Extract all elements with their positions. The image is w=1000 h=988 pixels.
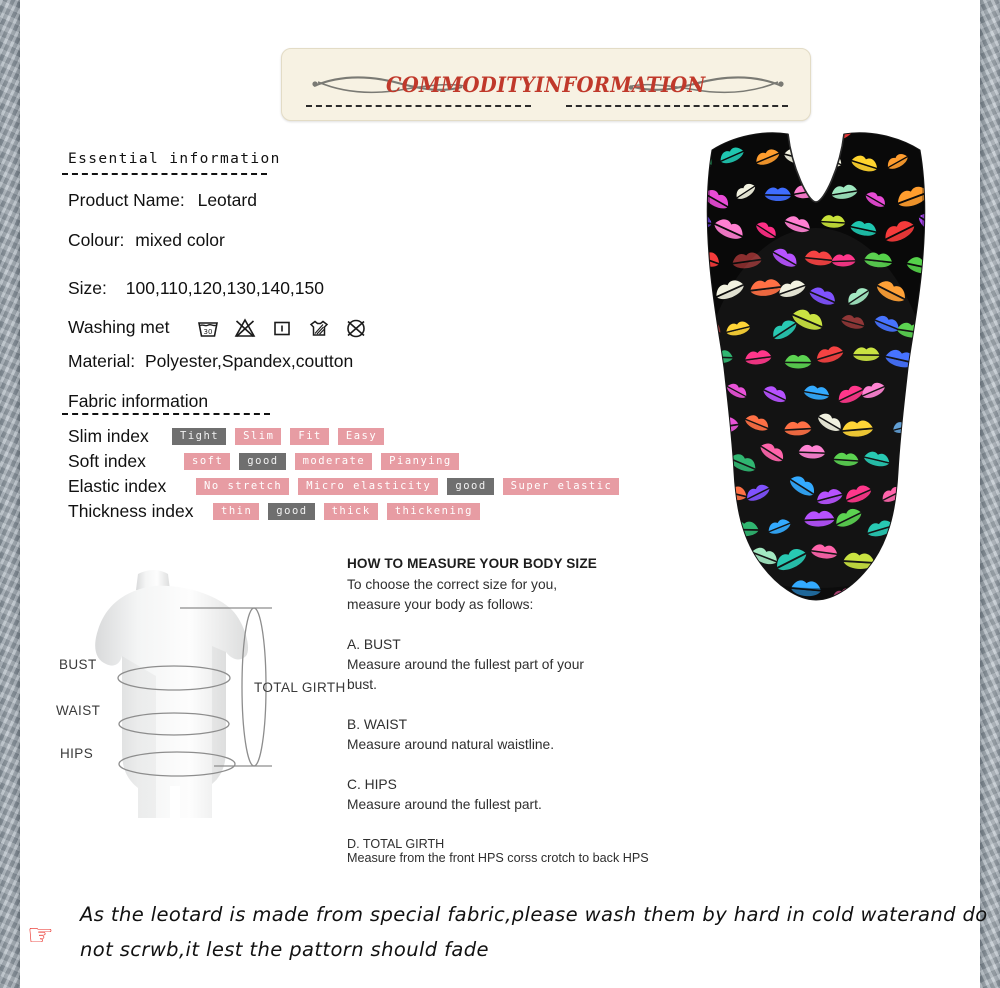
fabric-tag[interactable]: good [239, 453, 286, 470]
banner-dash-right [566, 105, 788, 107]
fabric-tag[interactable]: Pianying [381, 453, 459, 470]
banner-title: COMMODITYINFORMATION [386, 72, 706, 97]
washing-method-label: Washing met [68, 317, 170, 337]
colour-value: mixed color [135, 230, 225, 250]
colour-key: Colour: [68, 230, 125, 250]
pointing-hand-icon: ☞ [27, 919, 54, 952]
measure-d-head: D. TOTAL GIRTH [347, 837, 445, 851]
measure-b-line1: Measure around natural waistline. [347, 737, 555, 752]
dry-flat-icon [309, 320, 329, 336]
slim-index-tags[interactable]: Tight Slim Fit Easy [172, 428, 385, 445]
material-key: Material: [68, 351, 136, 371]
measure-intro-1: To choose the correct size for you, [347, 577, 558, 592]
leotard-illustration [706, 132, 926, 601]
thickness-index-tags[interactable]: thin good thick thickening [213, 503, 480, 520]
measure-c-head: C. HIPS [347, 777, 397, 792]
fabric-tag[interactable]: thin [213, 503, 260, 520]
fabric-tag[interactable]: Tight [172, 428, 227, 445]
size-value: 100,110,120,130,140,150 [125, 278, 324, 298]
care-note-line-1: As the leotard is made from special fabr… [80, 903, 988, 926]
fabric-tag[interactable]: No stretch [196, 478, 290, 495]
waist-label: WAIST [56, 703, 101, 718]
care-note-line-2: not scrwb,it lest the pattorn should fad… [80, 938, 489, 961]
measure-b-head: B. WAIST [347, 717, 408, 732]
fabric-tag[interactable]: good [268, 503, 315, 520]
page-right-border [980, 0, 1000, 988]
slim-index-label: Slim index [68, 426, 149, 446]
page-left-border [0, 0, 20, 988]
fabric-tag[interactable]: Micro elasticity [298, 478, 439, 495]
measure-intro-2: measure your body as follows: [347, 597, 534, 612]
measure-title: HOW TO MEASURE YOUR BODY SIZE [347, 556, 597, 571]
measure-a-line2: bust. [347, 677, 377, 692]
banner-dash-left [306, 105, 531, 107]
essential-information-rule [62, 173, 267, 175]
elastic-index-label: Elastic index [68, 476, 167, 496]
colour-label: Colour: mixed color [68, 230, 225, 251]
iron-low-icon [274, 321, 290, 336]
total-girth-label: TOTAL GIRTH [254, 680, 346, 695]
do-not-tumble-dry-icon [347, 319, 365, 338]
elastic-index-tags[interactable]: No stretch Micro elasticity good Super elas… [196, 478, 620, 495]
care-symbols: 30 [196, 316, 368, 340]
body-measure-diagram: BUST WAIST HIPS TOTAL GIRTH [56, 556, 352, 818]
wash-30-icon: 30 [198, 322, 218, 337]
product-name-key: Product Name: [68, 190, 185, 210]
fabric-tag[interactable]: Fit [290, 428, 329, 445]
bust-label: BUST [59, 657, 97, 672]
material-value: Polyester,Spandex,coutton [144, 351, 354, 371]
commodity-information-banner: COMMODITYINFORMATION [281, 48, 811, 121]
do-not-bleach-icon [234, 318, 256, 338]
soft-index-tags[interactable]: soft good moderate Pianying [184, 453, 459, 470]
fabric-tag[interactable]: good [447, 478, 494, 495]
product-name-value: Leotard [197, 190, 257, 210]
size-key: Size: [68, 278, 107, 298]
fabric-tag[interactable]: Slim [235, 428, 282, 445]
measure-c-line1: Measure around the fullest part. [347, 797, 542, 812]
fabric-tag[interactable]: Easy [337, 428, 385, 445]
product-name-label: Product Name: Leotard [68, 190, 257, 211]
thickness-index-label: Thickness index [68, 501, 194, 521]
fabric-tag[interactable]: thick [323, 503, 378, 520]
fabric-information-rule [62, 413, 270, 415]
measure-a-head: A. BUST [347, 637, 401, 652]
measure-d-line1: Measure from the front HPS corss crotch … [347, 851, 649, 865]
size-label: Size: 100,110,120,130,140,150 [68, 278, 324, 299]
soft-index-label: Soft index [68, 451, 146, 471]
svg-text:30: 30 [204, 328, 213, 336]
measure-a-line1: Measure around the fullest part of your [347, 657, 584, 672]
fabric-tag[interactable]: Super elastic [502, 478, 620, 495]
hips-label: HIPS [60, 746, 94, 761]
essential-information-heading: Essential information [68, 151, 281, 167]
fabric-tag[interactable]: moderate [294, 453, 373, 470]
material-label: Material: Polyester,Spandex,coutton [68, 351, 353, 372]
fabric-tag[interactable]: thickening [386, 503, 480, 520]
fabric-tag[interactable]: soft [184, 453, 231, 470]
fabric-information-heading: Fabric information [68, 391, 209, 411]
leotard-photo [676, 128, 956, 673]
